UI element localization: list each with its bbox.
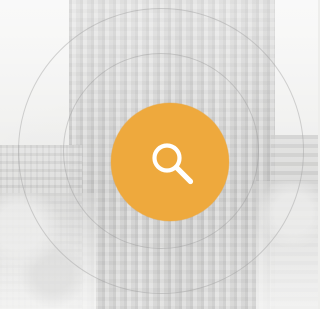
search-icon	[152, 143, 194, 185]
background-city-left	[0, 193, 96, 309]
search-button[interactable]: search-icon	[111, 103, 229, 221]
background-city-right	[256, 181, 318, 309]
search-screen: search-icon	[0, 0, 318, 309]
